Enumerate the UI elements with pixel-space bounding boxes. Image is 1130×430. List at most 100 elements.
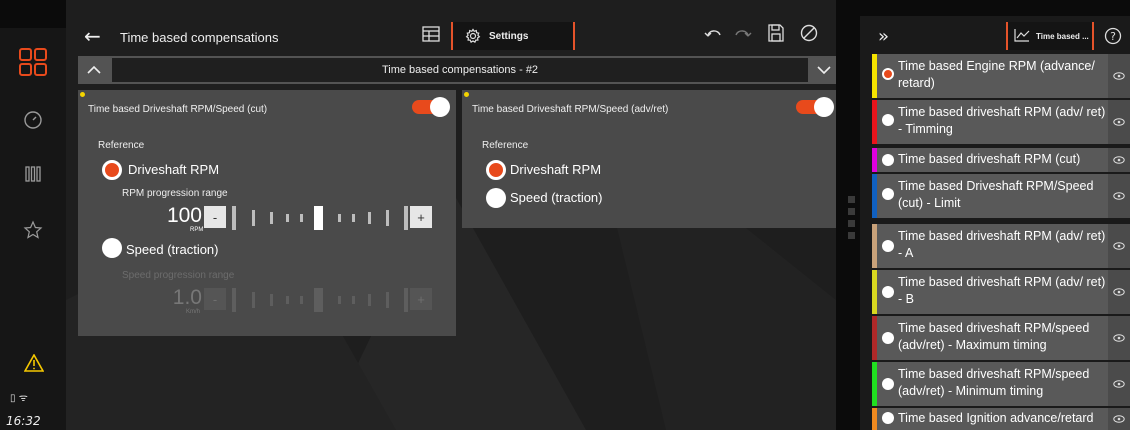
rail-top-spacer xyxy=(0,0,66,28)
top-toolbar: ← Time based compensations Settings xyxy=(78,16,836,56)
help-icon[interactable]: ? xyxy=(1104,27,1122,50)
radio-speed-traction[interactable] xyxy=(486,188,506,208)
status-dot xyxy=(80,92,85,97)
list-item-label: Time based driveshaft RPM/speed (adv/ret… xyxy=(898,321,1090,352)
tab-time-based[interactable]: Time based ... xyxy=(1006,22,1094,50)
eye-icon[interactable] xyxy=(1108,362,1130,406)
list-item-radio[interactable] xyxy=(882,378,894,390)
list-item[interactable]: Time based Engine RPM (advance/ retard) xyxy=(872,54,1130,98)
speed-value: 1.0 xyxy=(172,286,202,309)
svg-text:?: ? xyxy=(1110,30,1116,43)
reference-label: Reference xyxy=(482,140,529,151)
speed-decrease-button[interactable]: - xyxy=(204,288,226,310)
wifi-icon: ᯤ xyxy=(18,393,28,404)
enable-toggle[interactable] xyxy=(796,97,834,117)
gauge-icon[interactable] xyxy=(17,104,49,136)
rpm-slider-thumb[interactable] xyxy=(314,206,323,230)
list-item-radio[interactable] xyxy=(882,68,894,80)
redo-icon[interactable] xyxy=(734,26,752,47)
list-item-radio[interactable] xyxy=(882,114,894,126)
collapse-header: Time based compensations - #2 xyxy=(78,56,836,84)
clock: 16:32 xyxy=(6,414,41,428)
right-panel: » Time based ... ? Time based Engine RPM… xyxy=(860,16,1130,430)
list-item-color xyxy=(872,316,877,360)
warning-icon[interactable] xyxy=(23,353,45,377)
enable-toggle[interactable] xyxy=(412,97,450,117)
radio-driveshaft-rpm[interactable] xyxy=(102,160,122,180)
list-item-radio[interactable] xyxy=(882,188,894,200)
rpm-decrease-button[interactable]: - xyxy=(204,206,226,228)
collapse-right-icon[interactable]: » xyxy=(878,26,889,47)
compensation-selector[interactable]: Time based compensations - #2 xyxy=(112,58,808,82)
save-icon[interactable] xyxy=(768,24,784,47)
list-item[interactable]: Time based driveshaft RPM/speed (adv/ret… xyxy=(872,316,1130,360)
rpm-value: 100 xyxy=(166,204,202,227)
eye-icon[interactable] xyxy=(1108,270,1130,314)
speed-unit: Km/h xyxy=(186,309,201,315)
list-item-color xyxy=(872,100,877,144)
list-item-radio[interactable] xyxy=(882,154,894,166)
undo-icon[interactable] xyxy=(704,26,722,47)
table-icon[interactable] xyxy=(422,26,440,47)
back-arrow-icon[interactable]: ← xyxy=(84,24,101,48)
list-item-color xyxy=(872,54,877,98)
rpm-unit: RPM xyxy=(190,227,204,233)
list-item-radio[interactable] xyxy=(882,412,894,424)
eye-icon[interactable] xyxy=(1108,148,1130,172)
list-item-color xyxy=(872,174,877,218)
radio-driveshaft-rpm[interactable] xyxy=(486,160,506,180)
toggle-knob xyxy=(814,97,834,117)
columns-icon[interactable] xyxy=(17,158,49,190)
list-item[interactable]: Time based Driveshaft RPM/Speed (cut) - … xyxy=(872,174,1130,218)
list-item-radio[interactable] xyxy=(882,286,894,298)
tab-time-based-label: Time based ... xyxy=(1036,31,1089,41)
list-item[interactable]: Time based driveshaft RPM (adv/ ret) - T… xyxy=(872,100,1130,144)
speed-range-label: Speed progression range xyxy=(122,270,235,281)
list-item[interactable]: Time based driveshaft RPM/speed (adv/ret… xyxy=(872,362,1130,406)
star-icon[interactable] xyxy=(17,214,49,246)
status-dot xyxy=(464,92,469,97)
eye-icon[interactable] xyxy=(1108,224,1130,268)
eye-icon[interactable] xyxy=(1108,100,1130,144)
rpm-slider[interactable]: - + xyxy=(204,206,434,236)
rpm-increase-button[interactable]: + xyxy=(410,206,432,228)
eye-icon[interactable] xyxy=(1108,174,1130,218)
list-item-label: Time based driveshaft RPM (adv/ ret) - B xyxy=(898,275,1106,306)
chart-icon xyxy=(1014,28,1030,44)
status-icons: ▯ ᯤ xyxy=(10,390,28,404)
card-adv-ret: Time based Driveshaft RPM/Speed (adv/ret… xyxy=(462,90,836,228)
list-item-radio[interactable] xyxy=(882,240,894,252)
page-indicator xyxy=(848,196,855,244)
list-item-label: Time based Driveshaft RPM/Speed (cut) - … xyxy=(898,179,1094,210)
apps-icon[interactable] xyxy=(17,46,49,78)
chevron-down-icon[interactable] xyxy=(809,56,836,84)
gear-icon xyxy=(465,28,481,47)
list-item[interactable]: Time based driveshaft RPM (cut) xyxy=(872,148,1130,172)
eye-icon[interactable] xyxy=(1108,54,1130,98)
list-item-label: Time based Ignition advance/retard xyxy=(898,411,1094,425)
eye-icon[interactable] xyxy=(1108,408,1130,430)
radio-speed-traction-label: Speed (traction) xyxy=(510,190,603,205)
list-item[interactable]: Time based driveshaft RPM (adv/ ret) - B xyxy=(872,270,1130,314)
chevron-up-icon[interactable] xyxy=(78,56,110,84)
cancel-icon[interactable] xyxy=(800,24,818,47)
list-item-label: Time based driveshaft RPM (cut) xyxy=(898,152,1081,166)
main-area: ← Time based compensations Settings Time… xyxy=(66,0,836,430)
speed-slider-thumb[interactable] xyxy=(314,288,323,312)
list-item-label: Time based Engine RPM (advance/ retard) xyxy=(898,59,1095,90)
list-item[interactable]: Time based driveshaft RPM (adv/ ret) - A xyxy=(872,224,1130,268)
tab-settings[interactable]: Settings xyxy=(451,22,575,50)
speed-slider[interactable]: - + xyxy=(204,288,434,318)
radio-speed-traction[interactable] xyxy=(102,238,122,258)
list-item-radio[interactable] xyxy=(882,332,894,344)
speed-increase-button[interactable]: + xyxy=(410,288,432,310)
eye-icon[interactable] xyxy=(1108,316,1130,360)
list-item-color xyxy=(872,148,877,172)
list-item-label: Time based driveshaft RPM (adv/ ret) - T… xyxy=(898,105,1106,136)
list-item-label: Time based driveshaft RPM (adv/ ret) - A xyxy=(898,229,1106,260)
list-item[interactable]: Time based Ignition advance/retard xyxy=(872,408,1130,430)
radio-speed-traction-label: Speed (traction) xyxy=(126,242,219,257)
list-item-color xyxy=(872,224,877,268)
card-title: Time based Driveshaft RPM/Speed (adv/ret… xyxy=(472,104,669,115)
radio-driveshaft-rpm-label: Driveshaft RPM xyxy=(128,162,220,177)
